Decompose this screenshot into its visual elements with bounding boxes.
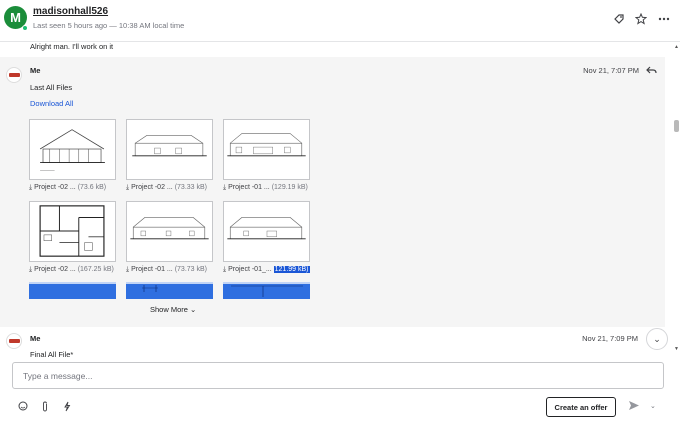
- sender-avatar: [6, 333, 22, 349]
- message-time: Nov 21, 7:09 PM: [582, 334, 638, 343]
- label-icon[interactable]: [612, 12, 626, 26]
- file-name: Project -02 ...: [34, 266, 76, 273]
- download-all-link[interactable]: Download All: [30, 99, 73, 108]
- more-icon[interactable]: [657, 12, 671, 26]
- file-name: Project -02 ...: [131, 184, 173, 191]
- scroll-to-bottom-button[interactable]: ⌄: [646, 328, 668, 350]
- attachment-icon[interactable]: [41, 401, 49, 414]
- send-icon[interactable]: [628, 400, 640, 414]
- download-icon: ⤓: [126, 266, 130, 273]
- file-name: Project -01_...: [228, 266, 272, 273]
- file-thumbnail-3[interactable]: [223, 119, 310, 180]
- sender-name: Me: [30, 334, 41, 343]
- scroll-down-arrow-icon[interactable]: ▼: [674, 346, 679, 352]
- scrollbar-thumb[interactable]: [674, 120, 679, 132]
- file-caption-4[interactable]: ⤓ Project -02 ... (167.25 kB): [29, 266, 129, 274]
- download-icon: ⤓: [29, 266, 33, 273]
- download-icon: ⤓: [223, 184, 227, 191]
- file-size: (73.6 kB): [77, 184, 107, 191]
- sender-avatar: [6, 67, 22, 83]
- message-input[interactable]: [12, 362, 664, 389]
- previous-message-text: Alright man. I'll work on it: [30, 42, 114, 51]
- file-thumbnail-1[interactable]: [29, 119, 116, 180]
- emoji-icon[interactable]: [18, 401, 28, 413]
- file-size: (129.19 kB): [271, 184, 308, 191]
- message-item: Me Nov 21, 7:07 PM Last All Files Downlo…: [0, 57, 665, 327]
- reply-icon[interactable]: [646, 65, 657, 78]
- download-icon: ⤓: [29, 184, 33, 191]
- download-icon: ⤓: [126, 184, 130, 191]
- file-size: (73.73 kB): [174, 266, 207, 273]
- file-size-selected: 121.99 kB): [273, 266, 310, 273]
- sender-name: Me: [30, 66, 41, 75]
- file-thumbnail-2[interactable]: [126, 119, 213, 180]
- create-offer-button[interactable]: Create an offer: [546, 397, 616, 417]
- message-time: Nov 21, 7:07 PM: [583, 66, 639, 75]
- file-caption-5[interactable]: ⤓ Project -01 ... (73.73 kB): [126, 266, 226, 274]
- last-seen-text: Last seen 5 hours ago — 10:38 AM local t…: [33, 21, 185, 30]
- file-caption-2[interactable]: ⤓ Project -02 ... (73.33 kB): [126, 184, 226, 192]
- file-thumbnail-5[interactable]: [126, 201, 213, 262]
- show-more-label: Show More: [150, 305, 188, 314]
- send-options-chevron-icon[interactable]: ⌄: [650, 402, 656, 410]
- contact-username[interactable]: madisonhall526: [33, 6, 108, 17]
- file-thumbnail-7[interactable]: [29, 282, 116, 299]
- scrollbar-track[interactable]: [673, 42, 680, 360]
- chevron-down-icon: ⌄: [190, 305, 197, 314]
- quick-response-icon[interactable]: [63, 401, 71, 414]
- file-thumbnail-9[interactable]: [223, 282, 310, 299]
- file-caption-6[interactable]: ⤓ Project -01_... 121.99 kB): [223, 266, 323, 274]
- file-thumbnail-4[interactable]: [29, 201, 116, 262]
- file-thumbnail-6[interactable]: [223, 201, 310, 262]
- scroll-up-arrow-icon[interactable]: ▲: [674, 44, 679, 50]
- file-size: (167.25 kB): [77, 266, 114, 273]
- file-caption-1[interactable]: ⤓ Project -02 ... (73.6 kB): [29, 184, 129, 192]
- online-status-dot: [22, 25, 28, 31]
- download-icon: ⤓: [223, 266, 227, 273]
- file-name: Project -01 ...: [228, 184, 270, 191]
- message-text: Last All Files: [30, 83, 73, 92]
- conversation-header: M madisonhall526 Last seen 5 hours ago —…: [0, 0, 680, 42]
- file-name: Project -02 ...: [34, 184, 76, 191]
- message-list[interactable]: Alright man. I'll work on it Me Nov 21, …: [0, 42, 680, 360]
- show-more-button[interactable]: Show More ⌄: [150, 305, 196, 314]
- file-caption-3[interactable]: ⤓ Project -01 ... (129.19 kB): [223, 184, 323, 192]
- file-thumbnail-8[interactable]: [126, 282, 213, 299]
- message-text: Final All File*: [30, 350, 74, 359]
- file-size: (73.33 kB): [174, 184, 207, 191]
- star-icon[interactable]: [634, 12, 648, 26]
- message-composer: Create an offer ⌄: [0, 360, 680, 421]
- chevron-down-icon: ⌄: [653, 334, 661, 344]
- file-name: Project -01 ...: [131, 266, 173, 273]
